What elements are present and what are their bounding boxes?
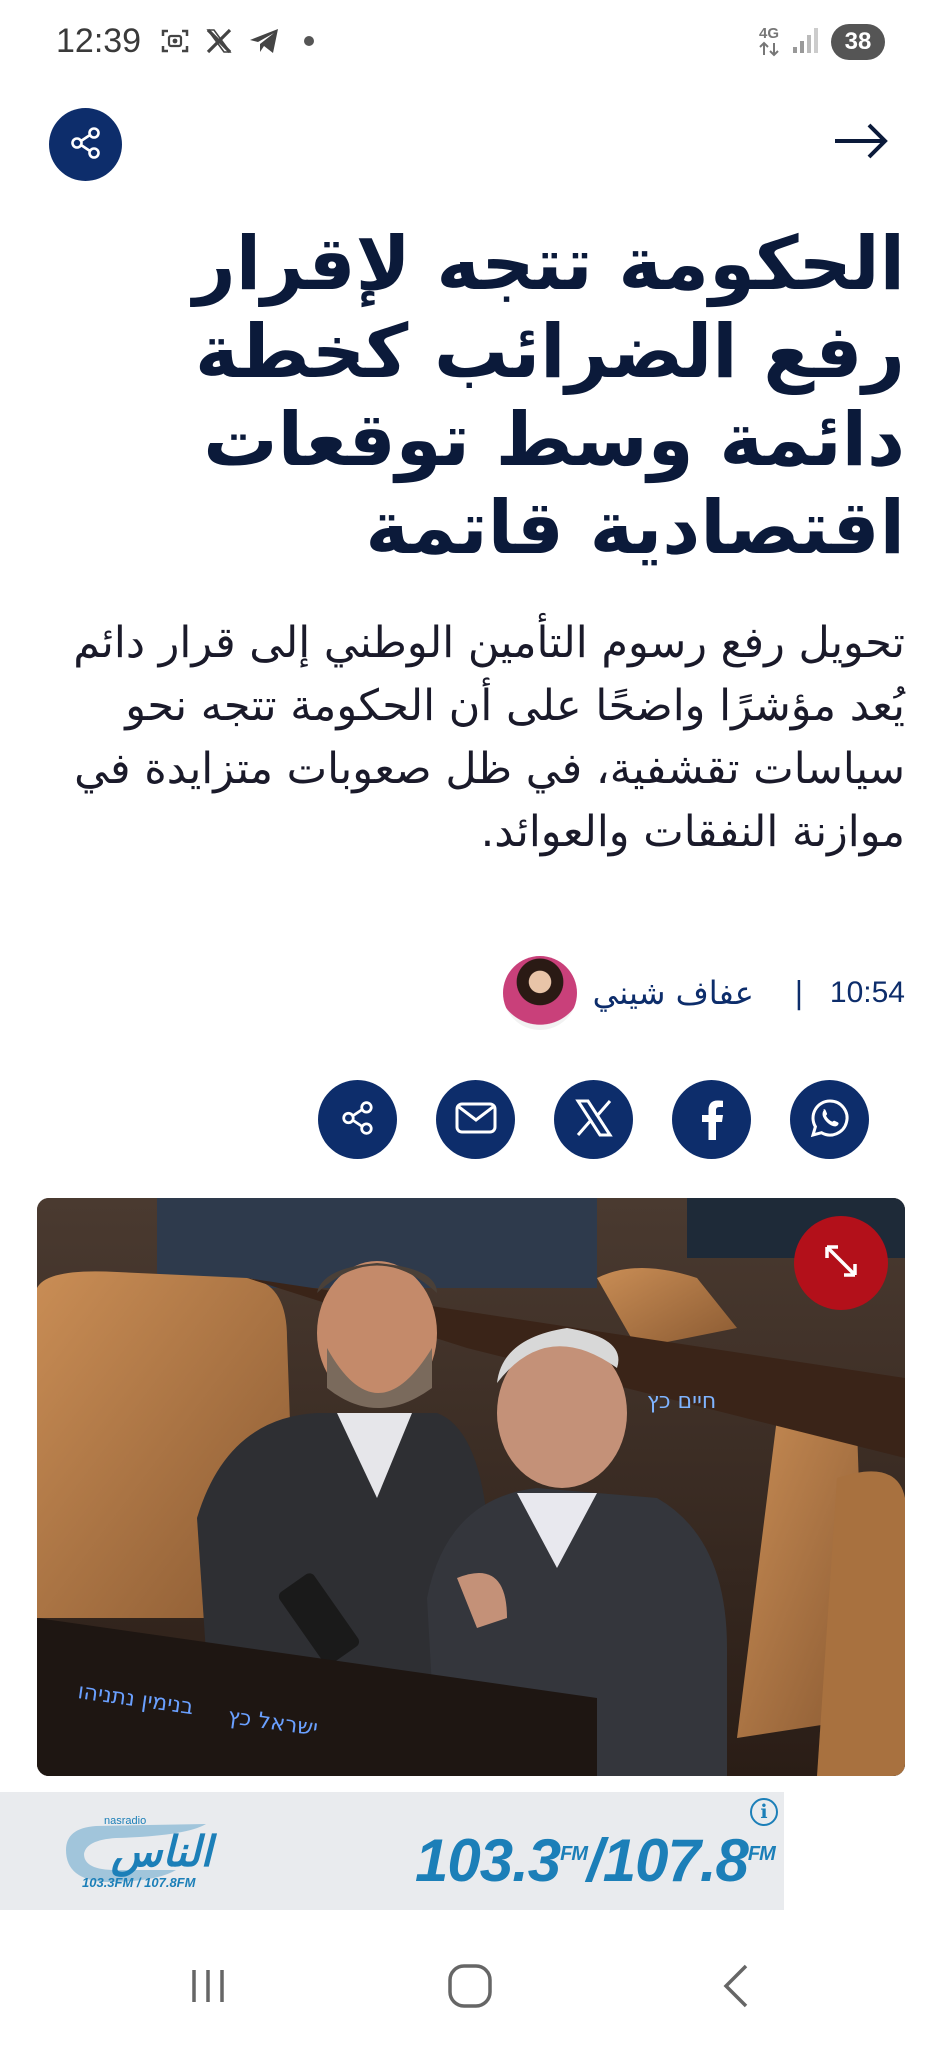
expand-icon bbox=[821, 1241, 861, 1285]
network-label: 4G bbox=[758, 25, 779, 42]
mail-icon bbox=[454, 1101, 498, 1139]
article-byline: عفاف شيني | 10:54 bbox=[502, 956, 905, 1030]
share-mail-button[interactable] bbox=[436, 1080, 515, 1159]
article-photo[interactable]: חיים כץ בנימין נתניהו ישראל כץ bbox=[37, 1198, 905, 1776]
ad-info-icon[interactable]: i bbox=[750, 1798, 778, 1826]
ad-banner[interactable]: الناس nasradio 103.3FM / 107.8FM 103.3FM… bbox=[0, 1792, 784, 1910]
ad-freq-b: 107.8 bbox=[602, 1827, 749, 1894]
ad-fm-b: FM bbox=[747, 1843, 776, 1865]
back-button[interactable] bbox=[831, 118, 891, 168]
share-icon bbox=[340, 1100, 376, 1140]
author-avatar[interactable] bbox=[502, 956, 577, 1030]
signal-icon bbox=[791, 25, 819, 59]
article-headline: الحكومة تتجه لإقرار رفع الضرائب كخطة دائ… bbox=[193, 221, 905, 571]
photo-illustration: חיים כץ בנימין נתניהו ישראל כץ bbox=[37, 1198, 905, 1776]
expand-photo-button[interactable] bbox=[794, 1216, 888, 1310]
ad-freq-a: 103.3 bbox=[415, 1827, 561, 1894]
share-x-button[interactable] bbox=[554, 1080, 633, 1159]
share-bar bbox=[318, 1080, 869, 1159]
ad-logo-text: الناس bbox=[110, 1827, 218, 1877]
screenshot-icon bbox=[160, 26, 190, 56]
home-button[interactable] bbox=[430, 1948, 510, 2028]
recent-apps-icon bbox=[186, 1964, 230, 2012]
recent-apps-button[interactable] bbox=[168, 1948, 248, 2028]
system-navigation-bar bbox=[0, 1920, 945, 2048]
back-icon bbox=[716, 1962, 756, 2014]
share-whatsapp-button[interactable] bbox=[790, 1080, 869, 1159]
notification-icons bbox=[160, 26, 314, 56]
ad-brand-logo: الناس nasradio 103.3FM / 107.8FM bbox=[56, 1810, 231, 1890]
byline-separator: | bbox=[793, 975, 804, 1011]
telegram-icon bbox=[248, 26, 280, 56]
share-generic-button[interactable] bbox=[318, 1080, 397, 1159]
arrow-right-icon bbox=[833, 121, 889, 165]
ad-slash: / bbox=[587, 1827, 604, 1894]
ad-logo-freqs: 103.3FM / 107.8FM bbox=[82, 1875, 197, 1890]
ad-fm-a: FM bbox=[560, 1843, 588, 1865]
share-facebook-button[interactable] bbox=[672, 1080, 751, 1159]
share-icon bbox=[69, 126, 103, 164]
ad-frequencies: 103.3FM/107.8FM bbox=[415, 1826, 776, 1895]
x-icon bbox=[574, 1098, 614, 1142]
dot-icon bbox=[304, 36, 314, 46]
article-summary: تحويل رفع رسوم التأمين الوطني إلى قرار د… bbox=[73, 618, 905, 857]
author-name[interactable]: عفاف شيني bbox=[593, 974, 754, 1012]
x-icon bbox=[204, 26, 234, 56]
data-arrows-icon: 4G bbox=[758, 25, 779, 57]
share-button[interactable] bbox=[49, 108, 122, 181]
system-indicators: 4G 38 bbox=[759, 24, 885, 60]
ad-logo-tagline: nasradio bbox=[104, 1815, 146, 1827]
nav-back-button[interactable] bbox=[696, 1948, 776, 2028]
battery-indicator: 38 bbox=[831, 24, 885, 60]
publish-time: 10:54 bbox=[829, 976, 905, 1009]
whatsapp-icon bbox=[808, 1096, 852, 1144]
facebook-icon bbox=[692, 1096, 732, 1144]
photo-seat-label-1: חיים כץ bbox=[647, 1389, 716, 1414]
status-bar: 12:39 4G 38 bbox=[0, 0, 945, 90]
home-icon bbox=[446, 1962, 494, 2014]
status-time: 12:39 bbox=[56, 22, 142, 60]
